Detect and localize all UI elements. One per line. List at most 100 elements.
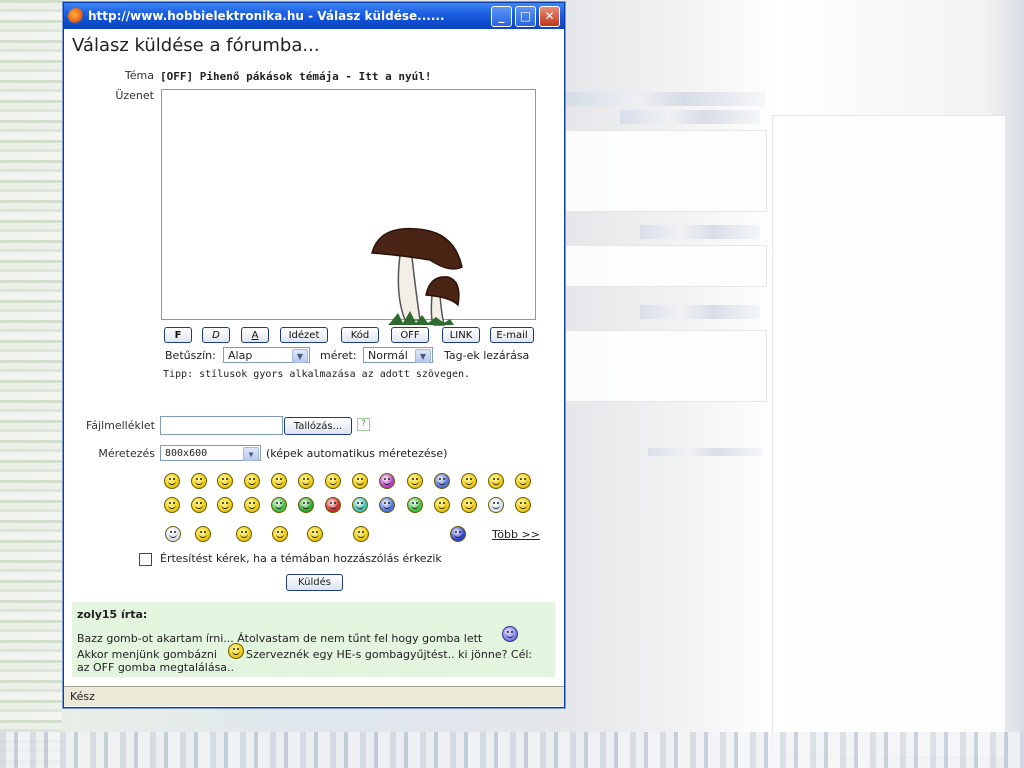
green-monster-smiley-icon[interactable] — [407, 497, 423, 513]
wizard-smiley-icon[interactable] — [236, 526, 252, 542]
sad-smiley-icon[interactable] — [271, 473, 287, 489]
message-label: Üzenet — [115, 89, 154, 102]
resize-select[interactable]: 800x600 ▼ — [160, 445, 261, 461]
pacman-smiley-icon[interactable] — [244, 497, 260, 513]
tongue-smiley-icon[interactable] — [352, 473, 368, 489]
quote-line: Szerveznék egy HE-s gombagyűjtést.. ki j… — [246, 648, 533, 661]
background-left-blur — [0, 0, 62, 768]
window-title: http://www.hobbielektronika.hu - Válasz … — [88, 9, 445, 23]
quote-box: zoly15 írta: Bazz gomb-ot akartam írni..… — [72, 602, 555, 677]
green-smiley-icon[interactable] — [298, 497, 314, 513]
thumbs-up-smiley-icon[interactable] — [515, 497, 531, 513]
resize-value: 800x600 — [165, 447, 208, 459]
browse-button[interactable]: Tallózás... — [284, 417, 352, 435]
page-content: Válasz küldése a fórumba... Téma [OFF] P… — [64, 29, 564, 684]
send-button[interactable]: Küldés — [286, 574, 343, 591]
font-color-select[interactable]: Alap ▼ — [223, 347, 310, 363]
resize-note: (képek automatikus méretezése) — [266, 447, 448, 460]
green-sick-smiley-icon[interactable] — [271, 497, 287, 513]
off-button[interactable]: OFF — [391, 327, 429, 343]
sad-smiley-icon[interactable] — [217, 473, 233, 489]
close-tags-link[interactable]: Tag-ek lezárása — [444, 349, 529, 362]
tip-text: Tipp: stílusok gyors alkalmazása az adot… — [163, 369, 471, 380]
brick-smiley-icon[interactable] — [195, 526, 211, 542]
quote-line: Bazz gomb-ot akartam írni... Átolvastam … — [77, 632, 483, 645]
smile-smiley-icon[interactable] — [164, 473, 180, 489]
blue-smiley-icon[interactable] — [379, 497, 395, 513]
background-bottom-blur — [0, 732, 1024, 768]
status-text: Kész — [70, 690, 95, 703]
font-size-label: méret: — [320, 349, 357, 362]
close-button[interactable]: ✕ — [539, 5, 560, 27]
attachment-input[interactable] — [160, 416, 283, 435]
popup-window: http://www.hobbielektronika.hu - Válasz … — [63, 2, 565, 708]
email-button[interactable]: E-mail — [490, 327, 534, 343]
message-textarea[interactable] — [161, 89, 536, 326]
smile-smiley-icon[interactable] — [191, 473, 207, 489]
notify-checkbox[interactable] — [139, 553, 152, 566]
background-strip — [640, 305, 760, 319]
underline-button[interactable]: A — [241, 327, 269, 343]
code-button[interactable]: Kód — [341, 327, 379, 343]
laugh-smiley-icon[interactable] — [325, 473, 341, 489]
confused-smiley-icon[interactable] — [191, 497, 207, 513]
background-panel — [772, 115, 1006, 757]
quote-line: Akkor menjünk gombázni — [77, 648, 217, 661]
link-button[interactable]: LINK — [442, 327, 480, 343]
status-bar: Kész — [64, 686, 564, 706]
yellow-smiley-icon[interactable] — [434, 497, 450, 513]
attachment-label: Fájlmelléklet — [85, 419, 155, 432]
sad-smiley-icon[interactable] — [488, 473, 504, 489]
teal-smiley-icon[interactable] — [352, 497, 368, 513]
chevron-down-icon: ▼ — [415, 349, 431, 363]
crying-smiley-icon[interactable] — [165, 526, 181, 542]
chevron-down-icon: ▼ — [292, 349, 308, 363]
topic-value: [OFF] Pihenő pákások témája - Itt a nyúl… — [160, 70, 432, 83]
cheers-smiley-icon[interactable] — [307, 526, 323, 542]
bold-button[interactable]: F — [164, 327, 192, 343]
background-box — [565, 130, 767, 212]
more-smilies-link[interactable]: Több >> — [492, 528, 540, 541]
background-strip — [565, 92, 765, 106]
thinking-smiley-icon[interactable] — [461, 497, 477, 513]
cool-smiley-icon[interactable] — [244, 473, 260, 489]
font-color-value: Alap — [228, 348, 253, 362]
page-title: Válasz küldése a fórumba... — [72, 35, 320, 56]
title-bar[interactable]: http://www.hobbielektronika.hu - Válasz … — [64, 3, 564, 29]
background-strip — [620, 110, 760, 124]
quote-line: az OFF gomba megtalálása.. — [77, 661, 235, 674]
grin-smiley-icon[interactable] — [298, 473, 314, 489]
font-size-value: Normál — [368, 348, 408, 362]
maximize-button[interactable]: □ — [515, 5, 536, 27]
smiley-icon — [502, 626, 518, 642]
blue-sad-smiley-icon[interactable] — [434, 473, 450, 489]
notify-label: Értesítést kérek, ha a témában hozzászól… — [160, 552, 442, 565]
help-icon[interactable]: ? — [357, 418, 370, 431]
font-color-label: Betűszín: — [165, 349, 216, 362]
background-box — [565, 245, 767, 287]
wink-smiley-icon[interactable] — [407, 473, 423, 489]
chevron-down-icon: ▼ — [243, 447, 259, 461]
blue-hair-smiley-icon[interactable] — [450, 526, 466, 542]
red-angry-smiley-icon[interactable] — [325, 497, 341, 513]
quote-author: zoly15 írta: — [77, 608, 148, 621]
topic-label: Téma — [124, 69, 154, 82]
purple-devil-smiley-icon[interactable] — [379, 473, 395, 489]
mushroom-image — [371, 227, 463, 326]
background-strip — [640, 225, 760, 239]
quote-button[interactable]: Idézet — [280, 327, 328, 343]
background-box — [565, 330, 767, 402]
question-smiley-icon[interactable] — [217, 497, 233, 513]
fish-smiley-icon[interactable] — [272, 526, 288, 542]
minimize-button[interactable]: _ — [491, 5, 512, 27]
smiley-icon — [228, 643, 244, 659]
scared-smiley-icon[interactable] — [488, 497, 504, 513]
sunglasses-smiley-icon[interactable] — [515, 473, 531, 489]
resize-label: Méretezés — [98, 447, 155, 460]
glasses-smiley-icon[interactable] — [164, 497, 180, 513]
font-size-select[interactable]: Normál ▼ — [363, 347, 433, 363]
italic-button[interactable]: D — [202, 327, 230, 343]
sign-smiley-icon[interactable] — [353, 526, 369, 542]
neutral-smiley-icon[interactable] — [461, 473, 477, 489]
firefox-icon — [68, 8, 84, 24]
